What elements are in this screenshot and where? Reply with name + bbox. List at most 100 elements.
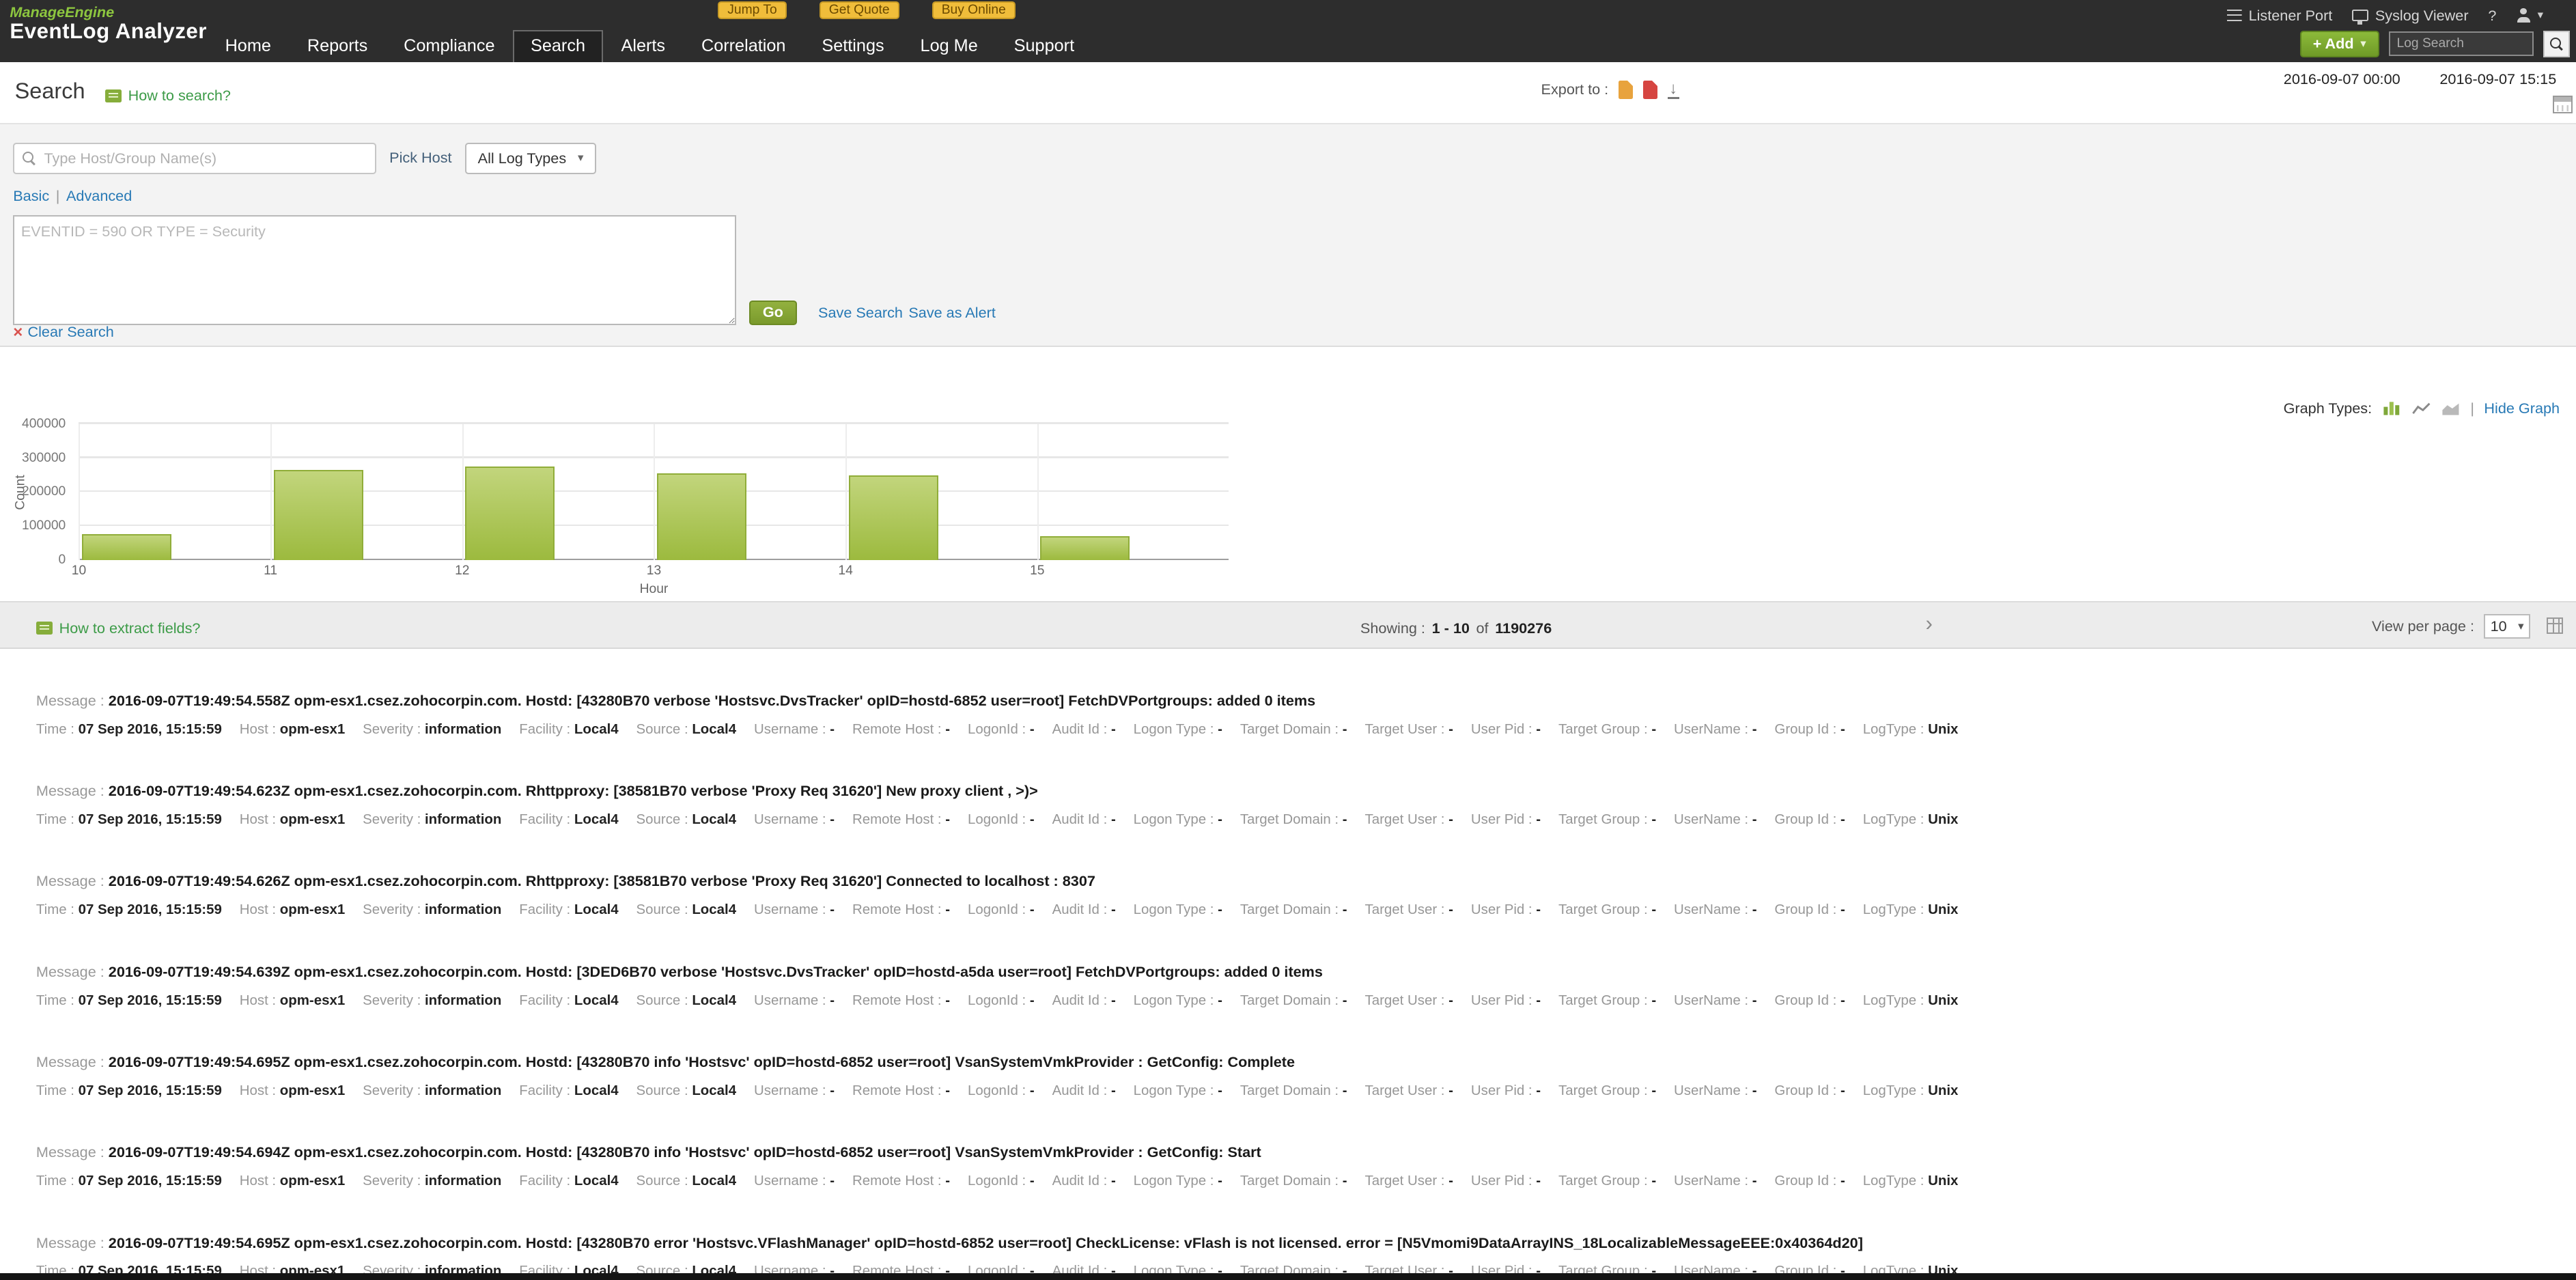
detail-target-group: Target Group : - (1558, 721, 1656, 738)
message-text: 2016-09-07T19:49:54.694Z opm-esx1.csez.z… (109, 1143, 1261, 1160)
detail-target-user: Target User : - (1365, 1173, 1453, 1189)
advanced-mode-link[interactable]: Advanced (66, 187, 132, 205)
promo-buy-online[interactable]: Buy Online (932, 1, 1016, 19)
log-search-input[interactable] (2389, 31, 2534, 56)
detail-remote-host: Remote Host : - (852, 721, 950, 738)
help-button[interactable]: ? (2488, 7, 2496, 25)
how-to-extract-link[interactable]: How to extract fields? (36, 620, 201, 637)
log-entry[interactable]: Message : 2016-09-07T19:49:54.626Z opm-e… (0, 872, 2576, 962)
nav-tab-home[interactable]: Home (207, 31, 289, 63)
total-count: 1190276 (1495, 620, 1552, 637)
query-textarea[interactable] (13, 215, 736, 325)
add-button[interactable]: + Add ▾ (2300, 31, 2379, 58)
promo-jump-to[interactable]: Jump To (718, 1, 786, 19)
log-message-line: Message : 2016-09-07T19:49:54.694Z opm-e… (36, 1143, 2576, 1161)
chart-bar-10[interactable] (82, 534, 171, 560)
detail-time: Time : 07 Sep 2016, 15:15:59 (36, 1083, 222, 1099)
chart-bar-14[interactable] (849, 475, 938, 561)
detail-username: UserName : - (1674, 992, 1757, 1009)
log-type-dropdown[interactable]: All Log Types ▾ (465, 143, 596, 174)
detail-host: Host : opm-esx1 (240, 1173, 345, 1189)
nav-tab-correlation[interactable]: Correlation (684, 31, 804, 63)
hide-graph-link[interactable]: Hide Graph (2484, 400, 2560, 417)
how-to-search-link[interactable]: How to search? (105, 87, 231, 105)
detail-facility: Facility : Local4 (519, 902, 618, 918)
detail-source: Source : Local4 (636, 811, 737, 828)
download-icon[interactable]: ↓ (1668, 81, 1679, 99)
user-menu[interactable]: ▾ (2516, 8, 2543, 23)
detail-target-domain: Target Domain : - (1240, 1173, 1347, 1189)
date-from[interactable]: 2016-09-07 00:00 (2284, 70, 2400, 88)
add-button-label: + Add (2313, 35, 2354, 53)
help-icon: ? (2488, 7, 2496, 25)
log-entry[interactable]: Message : 2016-09-07T19:49:54.639Z opm-e… (0, 963, 2576, 1053)
message-text: 2016-09-07T19:49:54.626Z opm-esx1.csez.z… (109, 872, 1095, 889)
nav-tab-log-me[interactable]: Log Me (902, 31, 996, 63)
detail-user-pid: User Pid : - (1471, 721, 1541, 738)
message-text: 2016-09-07T19:49:54.695Z opm-esx1.csez.z… (109, 1234, 1863, 1251)
user-icon (2516, 8, 2531, 23)
detail-remote-host: Remote Host : - (852, 902, 950, 918)
app-logo[interactable]: ManageEngine EventLog Analyzer (10, 5, 206, 43)
syslog-viewer-link[interactable]: Syslog Viewer (2352, 7, 2468, 25)
detail-source: Source : Local4 (636, 1083, 737, 1099)
message-text: 2016-09-07T19:49:54.695Z opm-esx1.csez.z… (109, 1053, 1295, 1070)
chart-bar-15[interactable] (1040, 536, 1130, 560)
nav-tab-search[interactable]: Search (513, 30, 603, 63)
log-entry[interactable]: Message : 2016-09-07T19:49:54.558Z opm-e… (0, 692, 2576, 782)
save-as-alert-link[interactable]: Save as Alert (908, 304, 996, 322)
log-entry[interactable]: Message : 2016-09-07T19:49:54.695Z opm-e… (0, 1053, 2576, 1143)
pick-host-link[interactable]: Pick Host (389, 149, 451, 167)
chart-bar-13[interactable] (657, 473, 746, 561)
promo-get-quote[interactable]: Get Quote (820, 1, 899, 19)
date-to[interactable]: 2016-09-07 15:15 (2439, 70, 2556, 88)
detail-logon-type: Logon Type : - (1134, 992, 1222, 1009)
results-toolbar: How to extract fields? Showing : 1 - 10 … (0, 601, 2576, 649)
clear-search-label: Clear Search (27, 323, 113, 341)
save-search-link[interactable]: Save Search (818, 304, 903, 322)
nav-tab-settings[interactable]: Settings (804, 31, 902, 63)
log-search-button[interactable] (2543, 31, 2569, 57)
listener-port-link[interactable]: Listener Port (2227, 7, 2332, 25)
search-icon (23, 152, 36, 165)
bar-chart-icon[interactable] (2382, 400, 2402, 417)
table-columns-icon[interactable] (2547, 617, 2563, 634)
log-message-line: Message : 2016-09-07T19:49:54.626Z opm-e… (36, 872, 2576, 890)
detail-severity: Severity : information (363, 1083, 501, 1099)
host-input[interactable] (44, 150, 367, 167)
x-tick-label: 10 (72, 564, 86, 579)
message-label: Message : (36, 692, 109, 709)
host-input-wrap (13, 143, 376, 174)
detail-remote-host: Remote Host : - (852, 1083, 950, 1099)
nav-tab-compliance[interactable]: Compliance (386, 31, 513, 63)
pagination-next-button[interactable]: › (1925, 611, 1932, 637)
basic-mode-link[interactable]: Basic (13, 187, 49, 205)
view-per-page: View per page : 10 ▾ (2372, 614, 2530, 639)
go-button[interactable]: Go (749, 301, 797, 325)
detail-severity: Severity : information (363, 1173, 501, 1189)
chart-bar-11[interactable] (274, 470, 363, 560)
nav-tab-reports[interactable]: Reports (289, 31, 385, 63)
log-entry[interactable]: Message : 2016-09-07T19:49:54.623Z opm-e… (0, 782, 2576, 872)
list-icon (2227, 10, 2242, 21)
detail-group-id: Group Id : - (1774, 992, 1845, 1009)
export-pdf-icon[interactable] (1643, 81, 1658, 98)
log-type-value: All Log Types (478, 150, 567, 167)
export-csv-icon[interactable] (1619, 81, 1634, 98)
nav-tab-support[interactable]: Support (996, 31, 1092, 63)
area-chart-icon[interactable] (2441, 400, 2461, 417)
detail-username: Username : - (754, 1083, 835, 1099)
clear-search-link[interactable]: × Clear Search (13, 323, 114, 341)
log-entry[interactable]: Message : 2016-09-07T19:49:54.694Z opm-e… (0, 1143, 2576, 1234)
message-label: Message : (36, 1053, 109, 1070)
detail-time: Time : 07 Sep 2016, 15:15:59 (36, 992, 222, 1009)
chart-bar-12[interactable] (465, 467, 555, 560)
per-page-select[interactable]: 10 ▾ (2484, 614, 2530, 639)
main-nav: HomeReportsComplianceSearchAlertsCorrela… (207, 33, 1092, 62)
nav-tab-alerts[interactable]: Alerts (603, 31, 683, 63)
detail-audit-id: Audit Id : - (1052, 811, 1116, 828)
search-icon (2550, 38, 2563, 51)
line-chart-icon[interactable] (2411, 400, 2431, 417)
calendar-icon[interactable] (2553, 96, 2573, 113)
detail-logon-type: Logon Type : - (1134, 1173, 1222, 1189)
